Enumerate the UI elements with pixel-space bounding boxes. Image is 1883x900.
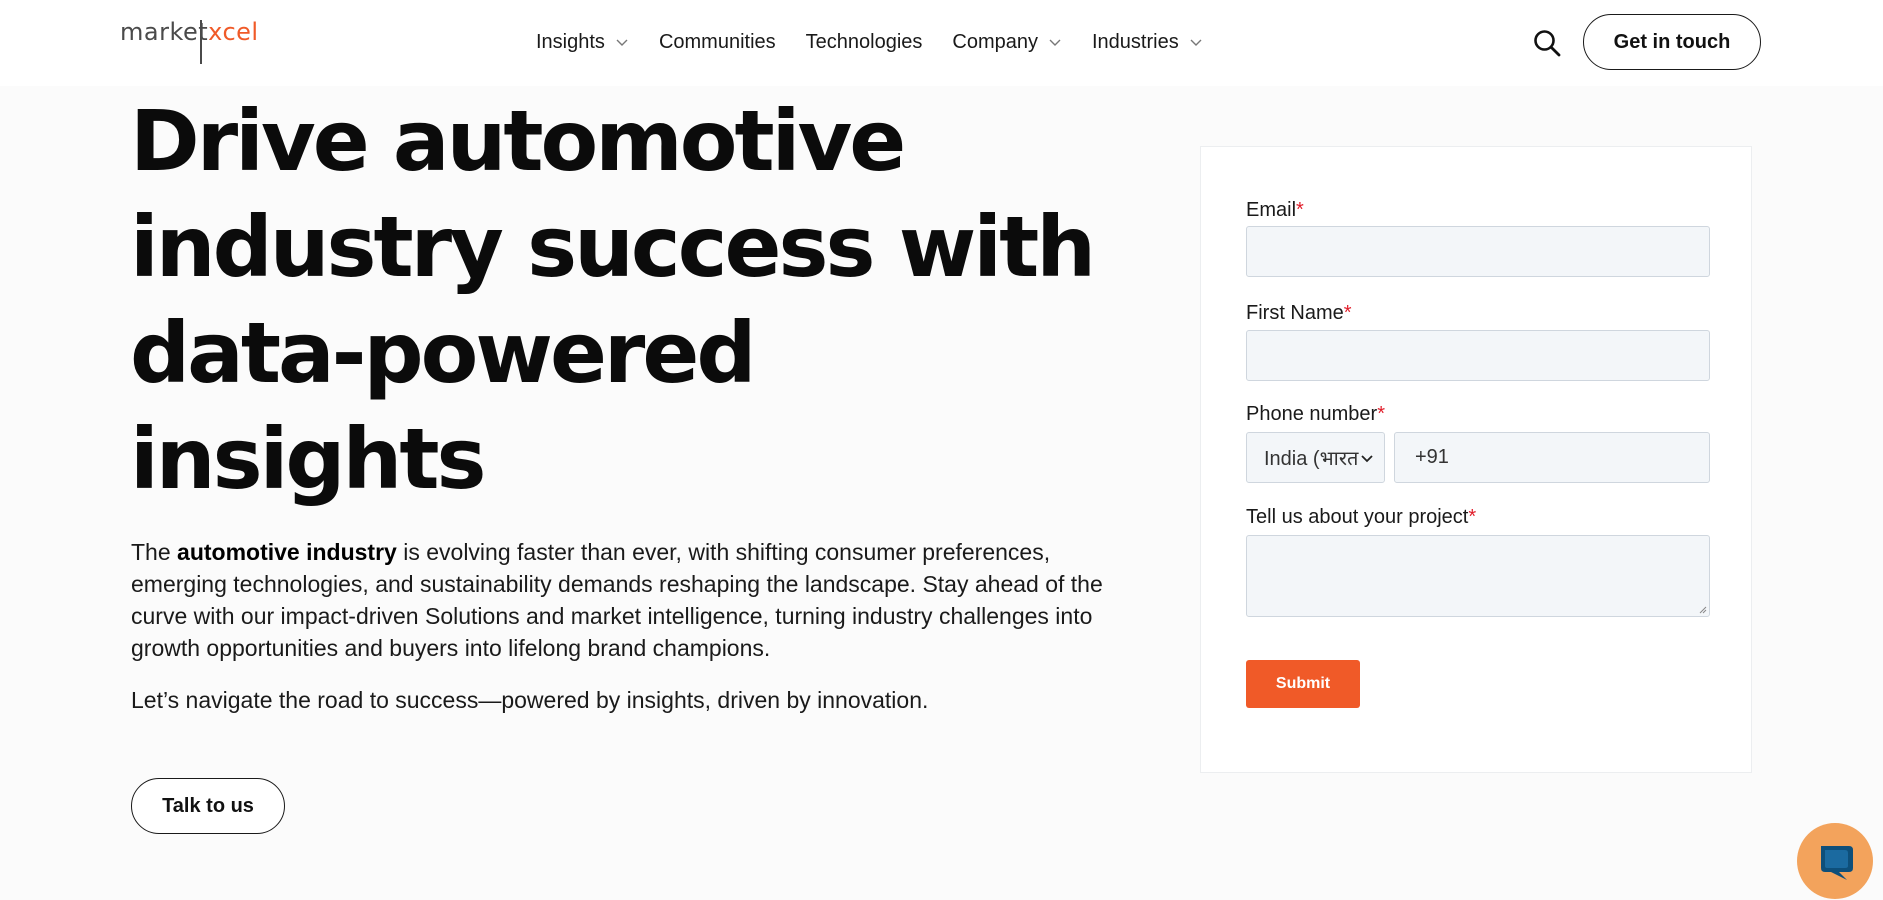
search-button[interactable]	[1532, 28, 1562, 58]
nav-insights-label: Insights	[536, 30, 605, 53]
nav-communities-label: Communities	[658, 30, 776, 53]
nav-technologies-label: Technologies	[805, 30, 923, 53]
hero-paragraph-1: The automotive industry is evolving fast…	[131, 536, 1106, 664]
phone-field-value: +91	[1415, 446, 1449, 468]
logo[interactable]: marketxcel	[120, 18, 270, 66]
hero-text: The	[131, 539, 178, 565]
nav-industries-label: Industries	[1092, 30, 1179, 53]
nav-communities[interactable]: Communities	[659, 31, 776, 54]
logo-wordmark: marketxcel	[120, 18, 259, 46]
hero-bold-text: automotive industry	[177, 539, 397, 565]
chevron-down-icon	[1361, 455, 1373, 463]
hero-title-line: insights	[130, 410, 486, 508]
chat-icon	[1821, 846, 1853, 880]
nav-insights[interactable]: Insights	[536, 31, 629, 54]
resize-grip-icon[interactable]	[1697, 604, 1707, 614]
talk-to-us-button[interactable]: Talk to us	[131, 778, 285, 834]
hero-description: The automotive industry is evolving fast…	[131, 536, 1106, 736]
phone-field[interactable]: +91	[1394, 432, 1710, 483]
logo-divider	[200, 20, 202, 64]
nav-industries[interactable]: Industries	[1092, 31, 1203, 54]
hero-title-line: Drive automotive	[130, 92, 906, 190]
hero-title-line: data-powered	[130, 304, 756, 402]
get-in-touch-button[interactable]: Get in touch	[1583, 14, 1761, 70]
first-name-label: First Name*	[1246, 302, 1352, 324]
hero-title: Drive automotive industry success with d…	[130, 88, 1130, 512]
main-nav: Insights Communities Technologies Compan…	[536, 28, 1233, 56]
email-field[interactable]	[1246, 226, 1710, 277]
hero-title-line: industry success with	[130, 198, 1096, 296]
project-label: Tell us about your project*	[1246, 506, 1477, 528]
project-textarea[interactable]	[1246, 535, 1710, 617]
country-select[interactable]: India (भारत	[1246, 432, 1385, 483]
hero-paragraph-2: Let’s navigate the road to success—power…	[131, 687, 929, 713]
submit-button[interactable]: Submit	[1246, 660, 1360, 708]
search-icon	[1534, 30, 1561, 57]
email-label: Email*	[1246, 199, 1304, 221]
nav-technologies[interactable]: Technologies	[806, 31, 923, 54]
chevron-down-icon	[1190, 39, 1202, 46]
contact-form: Email* First Name* Phone number* India (…	[1200, 146, 1752, 773]
first-name-field[interactable]	[1246, 330, 1710, 381]
site-header: marketxcel Insights Communities Technolo…	[0, 0, 1883, 86]
chat-launcher-button[interactable]	[1797, 823, 1873, 899]
nav-company-label: Company	[952, 30, 1038, 53]
nav-company[interactable]: Company	[952, 31, 1062, 54]
chevron-down-icon	[1049, 39, 1061, 46]
country-select-value: India (भारत	[1264, 448, 1359, 470]
chevron-down-icon	[616, 39, 628, 46]
phone-label: Phone number*	[1246, 403, 1385, 425]
